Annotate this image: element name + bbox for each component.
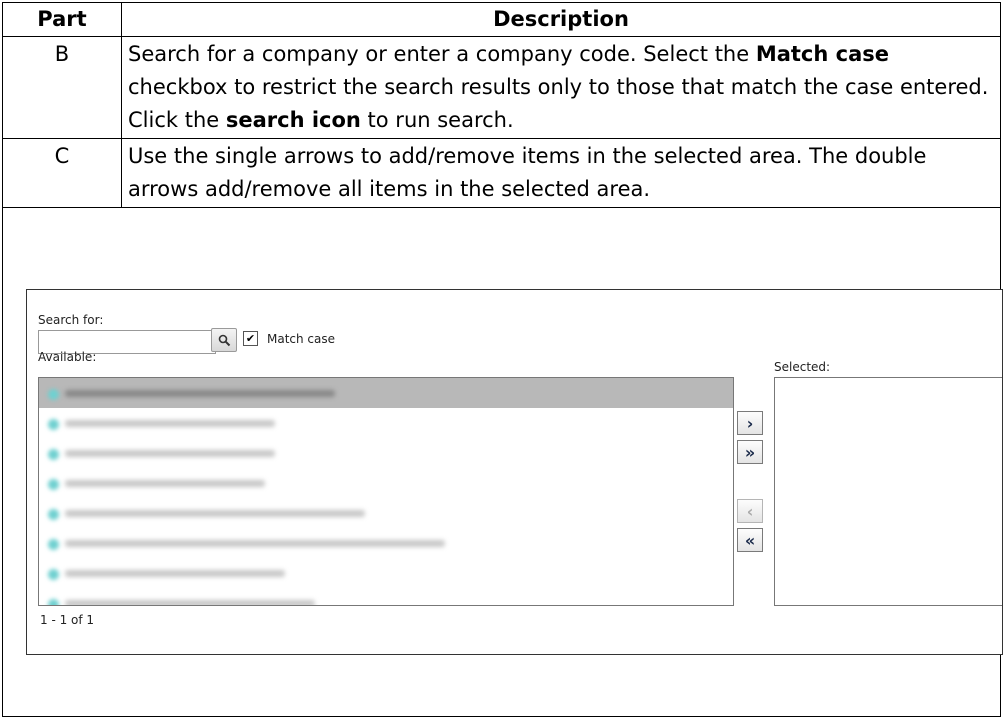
list-item[interactable] xyxy=(39,498,733,528)
desc-b-bold-match-case: Match case xyxy=(755,42,890,66)
search-icon xyxy=(218,334,230,346)
match-case-label: Match case xyxy=(267,332,336,346)
selected-list[interactable] xyxy=(774,377,1002,606)
redacted-text xyxy=(65,420,275,427)
part-cell-b: B xyxy=(2,36,122,139)
list-item[interactable] xyxy=(39,558,733,588)
selected-label: Selected: xyxy=(774,360,831,374)
search-button[interactable] xyxy=(211,328,237,352)
item-dot-icon xyxy=(48,599,59,605)
redacted-text xyxy=(65,390,335,397)
list-item[interactable] xyxy=(39,438,733,468)
item-dot-icon xyxy=(48,479,59,490)
list-item[interactable] xyxy=(39,468,733,498)
description-cell-c: Use the single arrows to add/remove item… xyxy=(121,138,1001,208)
part-cell-c: C xyxy=(2,138,122,208)
item-dot-icon xyxy=(48,509,59,520)
header-part: Part xyxy=(2,2,122,37)
table-header-row: Part Description xyxy=(2,2,1001,37)
description-cell-b: Search for a company or enter a company … xyxy=(121,36,1001,139)
item-dot-icon xyxy=(48,449,59,460)
available-label: Available: xyxy=(38,350,97,364)
search-for-label: Search for: xyxy=(38,313,104,327)
list-item[interactable] xyxy=(39,378,733,408)
item-dot-icon xyxy=(48,569,59,580)
add-button[interactable]: › xyxy=(737,411,763,435)
item-dot-icon xyxy=(48,419,59,430)
add-all-button[interactable]: » xyxy=(737,440,763,464)
available-list[interactable] xyxy=(38,377,734,606)
redacted-text xyxy=(65,600,315,605)
desc-b-text-1: Search for a company or enter a company … xyxy=(128,42,756,66)
remove-button[interactable]: ‹ xyxy=(737,499,763,523)
table-row-b: B Search for a company or enter a compan… xyxy=(2,36,1001,139)
company-selector-screenshot: Search for: ✔ Match case Available: Sele… xyxy=(26,289,1003,655)
table-row-c: C Use the single arrows to add/remove it… xyxy=(2,138,1001,208)
match-case-checkbox[interactable]: ✔ xyxy=(243,331,258,346)
list-item[interactable] xyxy=(39,588,733,605)
list-item[interactable] xyxy=(39,408,733,438)
header-description: Description xyxy=(121,2,1001,37)
item-dot-icon xyxy=(48,539,59,550)
redacted-text xyxy=(65,480,265,487)
desc-b-text-3: to run search. xyxy=(360,108,514,132)
list-item[interactable] xyxy=(39,528,733,558)
remove-all-button[interactable]: « xyxy=(737,528,763,552)
desc-b-bold-search-icon: search icon xyxy=(225,108,361,132)
pager-text: 1 - 1 of 1 xyxy=(40,613,95,627)
redacted-text xyxy=(65,450,275,457)
item-dot-icon xyxy=(48,389,59,400)
desc-c-text: Use the single arrows to add/remove item… xyxy=(128,144,927,201)
redacted-text xyxy=(65,540,445,547)
redacted-text xyxy=(65,510,365,517)
redacted-text xyxy=(65,570,285,577)
